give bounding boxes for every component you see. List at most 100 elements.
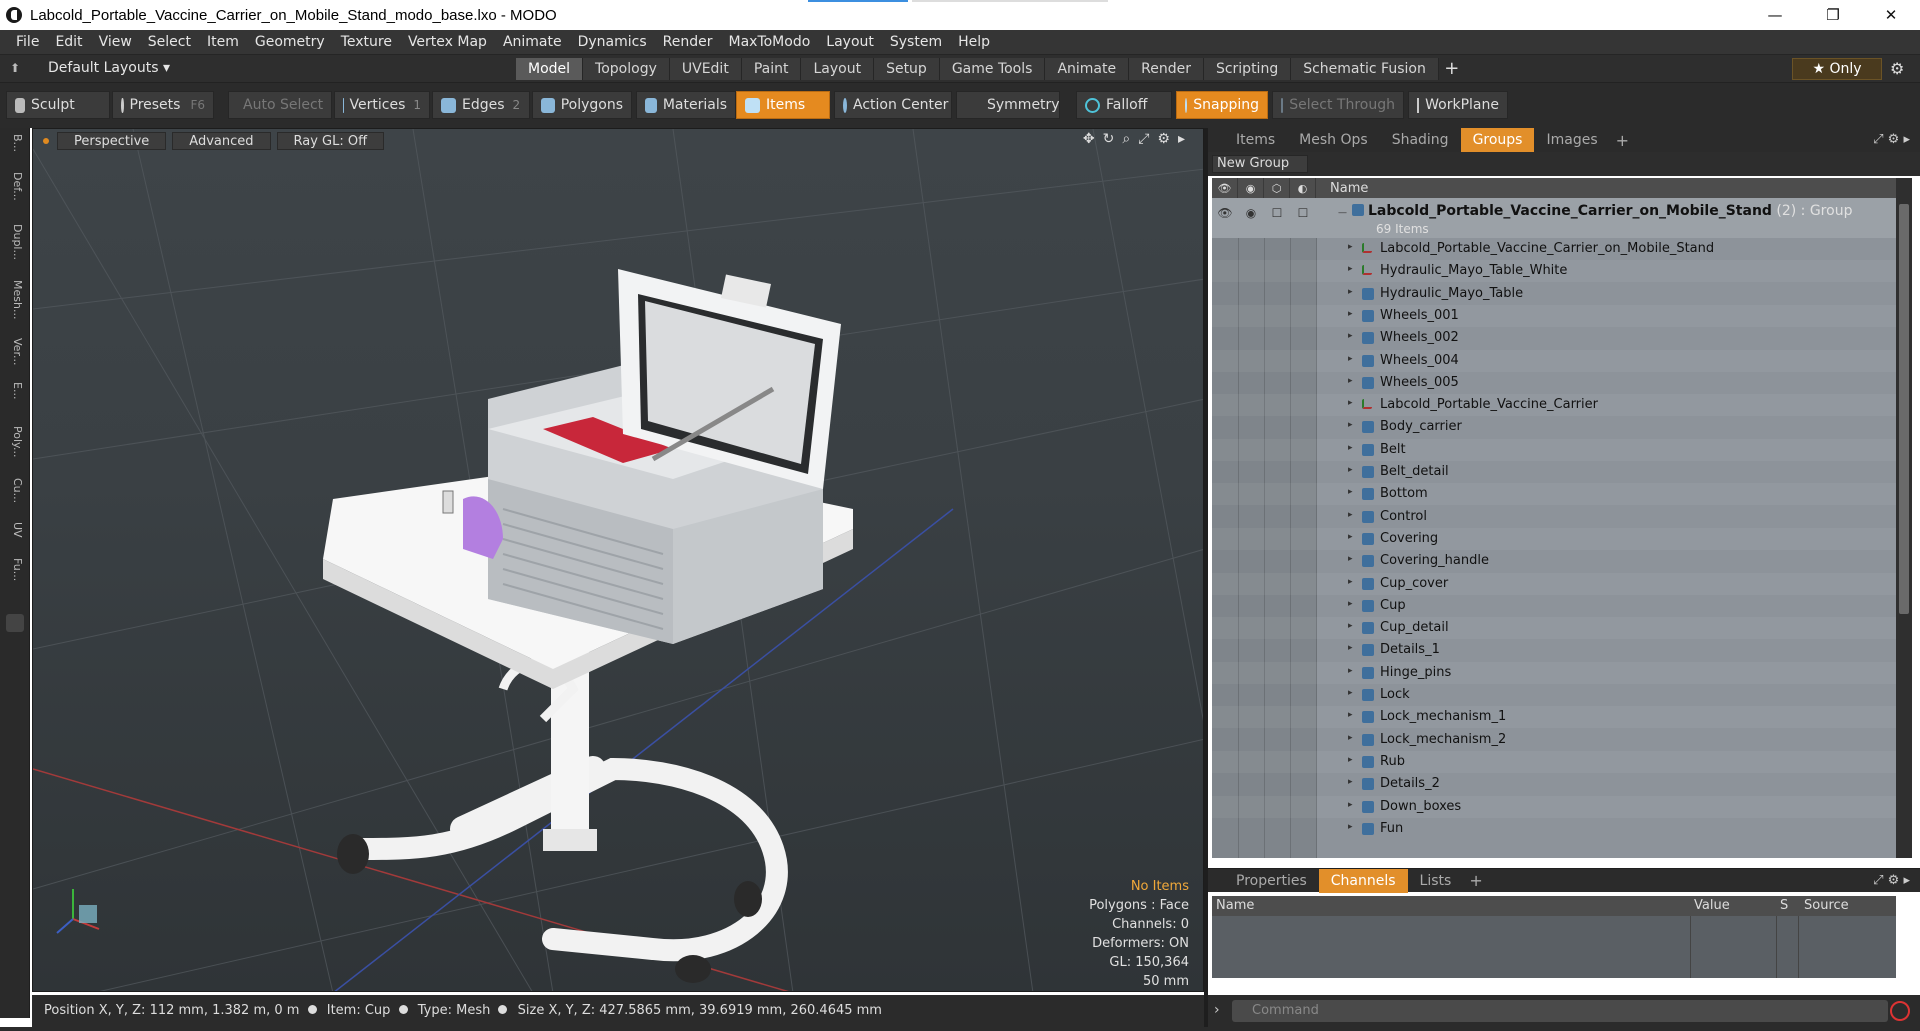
menu-system[interactable]: System: [882, 34, 950, 50]
list-item[interactable]: ▸ Hydraulic_Mayo_Table: [1212, 283, 1896, 305]
raygl-button[interactable]: Ray GL: Off: [276, 132, 385, 150]
strip-tab[interactable]: Poly...: [6, 426, 24, 457]
panel-divider[interactable]: [1204, 128, 1208, 1031]
expand-icon[interactable]: ⤢ ⚙ ▸: [1873, 132, 1910, 147]
materials-button[interactable]: Materials: [636, 91, 736, 119]
menu-select[interactable]: Select: [140, 34, 199, 50]
list-item[interactable]: ▸ Labcold_Portable_Vaccine_Carrier: [1212, 394, 1896, 417]
expand-arrow-icon[interactable]: ▸: [1348, 510, 1353, 520]
list-item[interactable]: ▸ Wheels_004: [1212, 349, 1896, 372]
expand-arrow-icon[interactable]: ▸: [1348, 710, 1353, 720]
tab-schematic-fusion[interactable]: Schematic Fusion: [1291, 58, 1439, 80]
scrollbar-thumb[interactable]: [1899, 204, 1909, 614]
channel-value-header[interactable]: Value: [1694, 896, 1730, 916]
move-icon[interactable]: ✥: [1083, 131, 1095, 147]
tab-mesh-ops[interactable]: Mesh Ops: [1287, 128, 1380, 152]
select-column-icon[interactable]: ◐: [1290, 178, 1316, 198]
collapse-icon[interactable]: —: [1338, 208, 1347, 218]
viewport-menu-dot[interactable]: [43, 138, 49, 144]
edges-button[interactable]: Edges 2: [432, 91, 530, 119]
only-toggle[interactable]: ★ Only: [1792, 58, 1882, 80]
select-through-button[interactable]: Select Through: [1272, 91, 1404, 119]
zoom-icon[interactable]: ⌕: [1122, 131, 1130, 147]
perspective-button[interactable]: Perspective: [57, 132, 167, 150]
action-center-button[interactable]: Action Center: [834, 91, 952, 119]
tab-animate[interactable]: Animate: [1045, 58, 1130, 80]
list-item[interactable]: ▸ Lock_mechanism_1: [1212, 706, 1896, 729]
symmetry-button[interactable]: Symmetry: [956, 91, 1060, 119]
strip-tab[interactable]: E...: [6, 382, 24, 399]
strip-tab[interactable]: UV: [6, 522, 24, 538]
tab-groups[interactable]: Groups: [1460, 128, 1535, 152]
more-arrow-icon[interactable]: ▸: [1178, 131, 1185, 147]
expand-arrow-icon[interactable]: ▸: [1348, 354, 1353, 364]
list-item[interactable]: ▸ Details_2: [1212, 773, 1896, 795]
expand-arrow-icon[interactable]: ▸: [1348, 800, 1353, 810]
list-item[interactable]: ▸ Covering: [1212, 527, 1896, 550]
group-row[interactable]: 👁 ◉ ☐ ☐ — Labcold_Portable_Vaccine_Carri…: [1212, 198, 1896, 238]
expand-arrow-icon[interactable]: ▸: [1348, 643, 1353, 653]
expand-arrow-icon[interactable]: ▸: [1348, 264, 1353, 274]
list-item[interactable]: ▸ Cup_cover: [1212, 572, 1896, 595]
sculpt-button[interactable]: Sculpt: [6, 91, 110, 119]
tab-lists[interactable]: Lists: [1408, 869, 1464, 893]
tab-images[interactable]: Images: [1534, 128, 1609, 152]
settings-icon[interactable]: ⚙: [1157, 131, 1170, 147]
default-layouts-dropdown[interactable]: Default Layouts ▾: [48, 60, 170, 76]
tab-game-tools[interactable]: Game Tools: [939, 58, 1046, 80]
lock-toggle-icon[interactable]: ☐: [1264, 206, 1290, 220]
add-tab-button[interactable]: +: [1610, 131, 1635, 150]
render-toggle-icon[interactable]: ◉: [1238, 206, 1264, 220]
strip-tab[interactable]: B...: [6, 134, 24, 152]
tab-channels[interactable]: Channels: [1318, 868, 1408, 893]
name-column-header[interactable]: Name: [1316, 181, 1368, 196]
maximize-icon[interactable]: ⤢: [1138, 131, 1149, 147]
vertices-button[interactable]: Vertices 1: [334, 91, 430, 119]
strip-tab[interactable]: Mesh...: [6, 280, 24, 319]
menu-file[interactable]: File: [8, 34, 47, 50]
menu-layout[interactable]: Layout: [818, 34, 882, 50]
menu-animate[interactable]: Animate: [495, 34, 570, 50]
lock-column-icon[interactable]: ⬡: [1264, 178, 1290, 198]
list-item[interactable]: ▸ Wheels_005: [1212, 372, 1896, 394]
tab-properties[interactable]: Properties: [1224, 869, 1319, 893]
expand-arrow-icon[interactable]: ▸: [1348, 465, 1353, 475]
menu-dynamics[interactable]: Dynamics: [570, 34, 655, 50]
record-macro-icon[interactable]: [1890, 1001, 1910, 1021]
menu-help[interactable]: Help: [950, 34, 998, 50]
menu-item[interactable]: Item: [199, 34, 247, 50]
expand-arrow-icon[interactable]: ▸: [1348, 688, 1353, 698]
channel-name-header[interactable]: Name: [1216, 896, 1254, 916]
expand-arrow-icon[interactable]: ▸: [1348, 532, 1353, 542]
expand-arrow-icon[interactable]: ▸: [1348, 666, 1353, 676]
expand-arrow-icon[interactable]: ▸: [1348, 599, 1353, 609]
command-input[interactable]: Command: [1232, 1000, 1888, 1022]
strip-toggle-button[interactable]: [6, 614, 24, 632]
gear-icon[interactable]: ⚙: [1890, 59, 1904, 78]
groups-scrollbar[interactable]: [1896, 178, 1912, 858]
strip-tab[interactable]: Fu...: [6, 558, 24, 581]
expand-arrow-icon[interactable]: ▸: [1348, 242, 1353, 252]
list-item[interactable]: ▸ Cup_detail: [1212, 617, 1896, 640]
workplane-button[interactable]: WorkPlane: [1408, 91, 1508, 119]
expand-arrow-icon[interactable]: ▸: [1348, 309, 1353, 319]
expand-arrow-icon[interactable]: ▸: [1348, 577, 1353, 587]
menu-edit[interactable]: Edit: [47, 34, 90, 50]
menu-maxtomodo[interactable]: MaxToModo: [721, 34, 819, 50]
menu-view[interactable]: View: [91, 34, 140, 50]
expand-arrow-icon[interactable]: ▸: [1348, 777, 1353, 787]
strip-tab[interactable]: Cu...: [6, 478, 24, 503]
expand-icon[interactable]: ⤢ ⚙ ▸: [1873, 873, 1910, 888]
new-group-button[interactable]: New Group: [1212, 155, 1308, 173]
eye-icon[interactable]: 👁: [1212, 206, 1238, 220]
list-item[interactable]: ▸ Wheels_002: [1212, 327, 1896, 349]
select-toggle-icon[interactable]: ☐: [1290, 206, 1316, 220]
expand-arrow-icon[interactable]: ▸: [1348, 822, 1353, 832]
list-item[interactable]: ▸ Cup: [1212, 595, 1896, 617]
tab-setup[interactable]: Setup: [874, 58, 940, 80]
polygons-button[interactable]: Polygons: [532, 91, 632, 119]
menu-render[interactable]: Render: [655, 34, 721, 50]
tab-render[interactable]: Render: [1129, 58, 1204, 80]
expand-arrow-icon[interactable]: ▸: [1348, 331, 1353, 341]
channel-source-header[interactable]: Source: [1804, 896, 1849, 916]
